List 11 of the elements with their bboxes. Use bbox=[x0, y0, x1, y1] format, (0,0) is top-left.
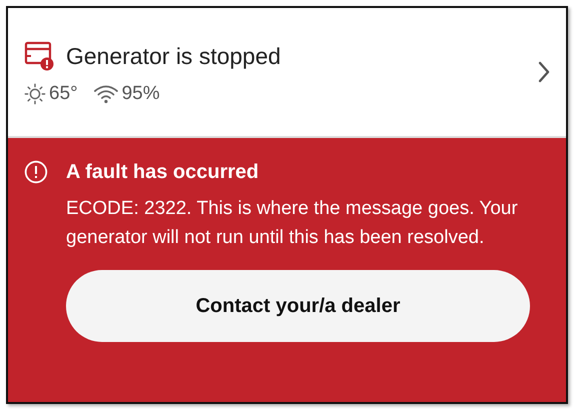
alert-icon bbox=[24, 160, 48, 184]
contact-dealer-button[interactable]: Contact your/a dealer bbox=[66, 270, 530, 342]
generator-alert-icon bbox=[24, 41, 54, 71]
signal-reading: 95% bbox=[122, 83, 160, 105]
fault-message: ECODE: 2322. This is where the message goes. Your generator will not run until this has been resolved. bbox=[66, 197, 519, 250]
chevron-right-icon[interactable] bbox=[538, 61, 550, 83]
status-title: Generator is stopped bbox=[66, 42, 281, 70]
sun-icon bbox=[24, 83, 46, 105]
fault-title: A fault has occurred bbox=[66, 160, 259, 184]
temperature-reading: 65° bbox=[49, 83, 78, 105]
wifi-icon bbox=[92, 84, 119, 104]
